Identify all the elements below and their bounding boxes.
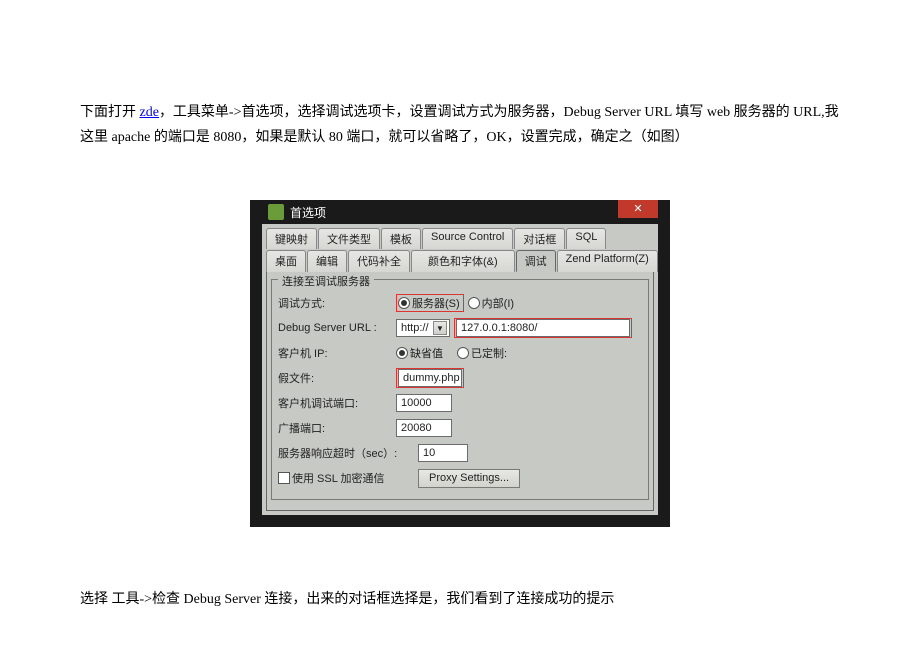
debug-panel: 连接至调试服务器 调试方式: 服务器(S) [266,271,654,511]
tab-sql[interactable]: SQL [566,228,606,249]
label-fake-file: 假文件: [278,370,396,386]
tab-zend-platform[interactable]: Zend Platform(Z) [557,250,658,272]
label-timeout: 服务器响应超时（sec）: [278,445,418,461]
tab-templates[interactable]: 模板 [381,228,421,249]
client-port-input[interactable]: 10000 [396,394,452,412]
preferences-dialog: 首选项 ✕ 键映射 文件类型 模板 Source Control 对话框 SQL… [250,200,670,527]
fake-file-input[interactable]: dummy.php [398,369,462,387]
app-icon [268,204,284,220]
tab-edit[interactable]: 编辑 [307,250,347,272]
radio-server[interactable]: 服务器(S) [398,295,460,311]
tab-completion[interactable]: 代码补全 [348,250,410,272]
radio-default-ip-label: 缺省值 [410,345,443,361]
radio-server-label: 服务器(S) [412,295,460,311]
protocol-value: http:// [401,321,429,336]
connect-debug-server-group: 连接至调试服务器 调试方式: 服务器(S) [271,279,649,500]
tab-row-2: 桌面 编辑 代码补全 颜色和字体(&) 调试 Zend Platform(Z) [266,250,654,272]
ssl-checkbox[interactable]: 使用 SSL 加密通信 [278,470,385,486]
radio-server-dot [398,297,410,309]
tab-debug[interactable]: 调试 [516,250,556,272]
radio-default-ip-dot [396,347,408,359]
ssl-checkbox-box [278,472,290,484]
radio-internal-label: 内部(I) [482,295,514,311]
tab-source-control[interactable]: Source Control [422,228,513,249]
intro-after: ，工具菜单->首选项，选择调试选项卡，设置调试方式为服务器，Debug Serv… [80,105,839,145]
groupbox-title: 连接至调试服务器 [278,273,374,289]
proxy-settings-button[interactable]: Proxy Settings... [418,469,520,488]
label-client-ip: 客户机 IP: [278,345,396,361]
dialog-titlebar: 首选项 ✕ [262,200,658,224]
radio-internal[interactable]: 内部(I) [468,295,514,311]
zde-link[interactable]: zde [140,105,159,120]
radio-custom-ip[interactable]: 已定制: [457,345,507,361]
intro-paragraph: 下面打开 zde，工具菜单->首选项，选择调试选项卡，设置调试方式为服务器，De… [80,100,840,150]
intro-before: 下面打开 [80,105,140,120]
tab-dialogs[interactable]: 对话框 [514,228,565,249]
tab-keymap[interactable]: 键映射 [266,228,317,249]
radio-default-ip[interactable]: 缺省值 [396,345,443,361]
radio-custom-ip-label: 已定制: [471,345,507,361]
tab-filetypes[interactable]: 文件类型 [318,228,380,249]
dialog-title: 首选项 [290,204,326,221]
outro-paragraph: 选择 工具->检查 Debug Server 连接，出来的对话框选择是，我们看到… [80,587,840,612]
label-client-port: 客户机调试端口: [278,395,396,411]
label-broadcast-port: 广播端口: [278,420,396,436]
debug-url-input[interactable]: 127.0.0.1:8080/ [456,319,630,337]
tab-colors-fonts[interactable]: 颜色和字体(&) [411,250,515,272]
broadcast-port-input[interactable]: 20080 [396,419,452,437]
label-debug-url: Debug Server URL : [278,322,396,334]
label-debug-mode: 调试方式: [278,295,396,311]
timeout-input[interactable]: 10 [418,444,468,462]
radio-internal-dot [468,297,480,309]
ssl-label: 使用 SSL 加密通信 [292,470,385,486]
radio-custom-ip-dot [457,347,469,359]
protocol-select[interactable]: http:// ▼ [396,319,450,337]
chevron-down-icon: ▼ [433,321,447,335]
close-icon[interactable]: ✕ [618,200,658,218]
tab-row-1: 键映射 文件类型 模板 Source Control 对话框 SQL [266,228,654,249]
tab-desktop[interactable]: 桌面 [266,250,306,272]
